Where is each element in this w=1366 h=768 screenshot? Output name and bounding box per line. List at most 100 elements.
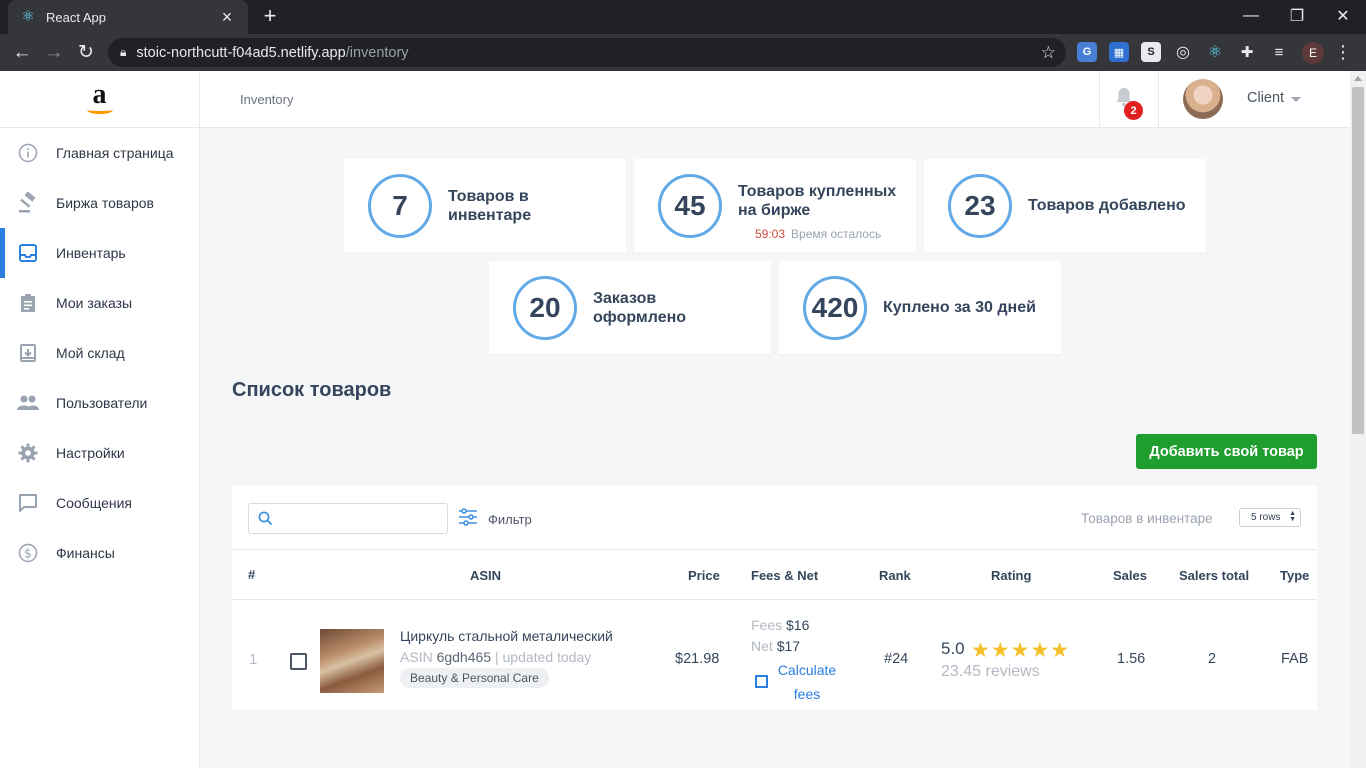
row-index: 1 [249, 651, 258, 668]
column-header-sales[interactable]: Sales [1113, 568, 1147, 583]
lock-icon: 🔒︎ [120, 45, 127, 59]
sidebar-item-inventory[interactable]: Инвентарь [0, 228, 199, 278]
reviews-count: 23.45 reviews [941, 663, 1040, 680]
category-badge: Beauty & Personal Care [400, 668, 549, 688]
scrollbar-thumb[interactable] [1352, 87, 1364, 434]
add-product-button[interactable]: Добавить свой товар [1136, 434, 1317, 469]
gear-icon [17, 442, 39, 464]
browser-toolbar: ← → ↻ 🔒︎ stoic-northcutt-f04ad5.netlify.… [0, 34, 1366, 71]
users-icon [17, 392, 39, 414]
dollar-icon: $ [17, 542, 39, 564]
net-label: Net [751, 638, 773, 654]
product-price: $21.98 [675, 651, 720, 667]
column-header-rating[interactable]: Rating [991, 568, 1031, 583]
product-type: FAB [1281, 651, 1309, 667]
scroll-up-icon[interactable] [1354, 76, 1362, 81]
updated-text: | updated today [494, 649, 592, 665]
countdown-timer: 59:03 Время осталось [755, 227, 881, 241]
divider [232, 549, 1317, 550]
sidebar-item-label: Главная страница [56, 145, 174, 161]
search-input[interactable] [248, 503, 448, 534]
asin-value: 6gdh465 [436, 649, 492, 665]
fees-label: Fees [751, 617, 783, 633]
product-rank: #24 [884, 651, 909, 667]
bookmark-star-icon[interactable]: ☆ [1041, 43, 1056, 63]
net-value: $17 [776, 638, 801, 654]
clipboard-icon [17, 292, 39, 314]
notifications-button[interactable]: 2 [1099, 71, 1159, 128]
sidebar-item-home[interactable]: Главная страница [0, 128, 199, 178]
timer-value: 59:03 [755, 227, 786, 241]
window-close-icon[interactable]: ✕ [1320, 0, 1366, 32]
avatar[interactable] [1183, 79, 1223, 119]
stat-card-added: 23 Товаров добавлено [924, 159, 1206, 252]
browser-menu-icon[interactable]: ⋮ [1334, 42, 1352, 63]
svg-text:$: $ [24, 547, 32, 561]
sidebar-item-messages[interactable]: Сообщения [0, 478, 199, 528]
new-tab-icon[interactable]: + [258, 5, 282, 29]
app-header: Inventory 2 Client [200, 71, 1350, 128]
calculate-fees-link[interactable]: Calculate fees [775, 658, 839, 706]
sidebar-item-settings[interactable]: Настройки [0, 428, 199, 478]
reload-icon[interactable]: ↻ [73, 40, 99, 66]
extensions-puzzle-icon[interactable]: ✚ [1237, 42, 1257, 62]
asin-label: ASIN [400, 649, 433, 665]
profile-avatar[interactable]: E [1302, 42, 1324, 64]
sidebar-item-label: Мой склад [56, 345, 125, 361]
address-bar[interactable]: 🔒︎ stoic-northcutt-f04ad5.netlify.app/in… [108, 38, 1066, 67]
product-name[interactable]: Циркуль стальной металический [400, 628, 613, 644]
stat-label: Куплено за 30 дней [883, 299, 1036, 316]
react-devtools-icon[interactable]: ⚛ [1205, 42, 1225, 62]
url-path: /inventory [345, 44, 409, 61]
product-image[interactable] [320, 629, 384, 693]
s-extension-icon[interactable]: S [1141, 42, 1161, 62]
chat-icon [17, 492, 39, 514]
forward-icon[interactable]: → [41, 40, 67, 66]
target-extension-icon[interactable]: ◎ [1173, 42, 1193, 62]
column-header-salers-total[interactable]: Salers total [1179, 568, 1249, 583]
translate-extension-icon[interactable]: G [1077, 42, 1097, 62]
calendar-extension-icon[interactable]: ▦ [1109, 42, 1129, 62]
sidebar-item-label: Инвентарь [56, 245, 126, 261]
restore-icon[interactable]: ❐ [1274, 0, 1320, 32]
sidebar-item-warehouse[interactable]: Мой склад [0, 328, 199, 378]
sidebar-item-exchange[interactable]: Биржа товаров [0, 178, 199, 228]
rating-value: 5.0 [941, 639, 965, 658]
stat-label: Товаров в инвентаре [448, 187, 532, 224]
rating-stars-icon: ★★★★★ [971, 639, 1071, 662]
user-menu[interactable]: Client [1247, 90, 1284, 106]
column-header-rank[interactable]: Rank [879, 568, 911, 583]
sidebar-item-orders[interactable]: Мои заказы [0, 278, 199, 328]
stat-value: 420 [803, 275, 867, 340]
media-control-icon[interactable]: ≡ [1269, 42, 1289, 62]
chevron-down-icon[interactable] [1291, 97, 1301, 102]
page-scrollbar[interactable] [1350, 71, 1366, 768]
divider [232, 599, 1317, 600]
sidebar-item-users[interactable]: Пользователи [0, 378, 199, 428]
column-header-price[interactable]: Price [688, 568, 720, 583]
tab-close-icon[interactable]: × [218, 7, 236, 28]
calculator-icon [755, 675, 768, 688]
column-header-index[interactable]: # [248, 567, 255, 582]
sliders-icon [458, 508, 478, 531]
stat-card-exchange-bought: 45 Товаров купленных на бирже 59:03 Время… [634, 159, 916, 252]
stat-value: 20 [513, 275, 577, 340]
sidebar-item-finance[interactable]: $ Финансы [0, 528, 199, 578]
inventory-count-label: Товаров в инвентаре [1081, 511, 1213, 526]
back-icon[interactable]: ← [9, 40, 35, 66]
column-header-fees[interactable]: Fees & Net [751, 568, 818, 583]
column-header-type[interactable]: Type [1280, 568, 1309, 583]
sidebar-item-label: Настройки [56, 445, 125, 461]
amazon-logo[interactable]: a [0, 71, 199, 128]
page-title: Список товаров [232, 379, 392, 401]
tab-title: React App [46, 9, 106, 25]
filter-button[interactable]: Фильтр [458, 508, 532, 531]
product-sales: 1.56 [1117, 651, 1146, 667]
browser-tab[interactable]: ⚛ React App × [8, 0, 248, 34]
column-header-asin[interactable]: ASIN [470, 568, 501, 583]
url-host: stoic-northcutt-f04ad5.netlify.app [136, 44, 346, 61]
rows-per-page-select[interactable]: 5 rows ▲ ▼ [1239, 508, 1301, 527]
row-checkbox[interactable] [290, 653, 307, 670]
stat-value: 7 [368, 173, 432, 238]
minimize-icon[interactable]: — [1228, 0, 1274, 32]
